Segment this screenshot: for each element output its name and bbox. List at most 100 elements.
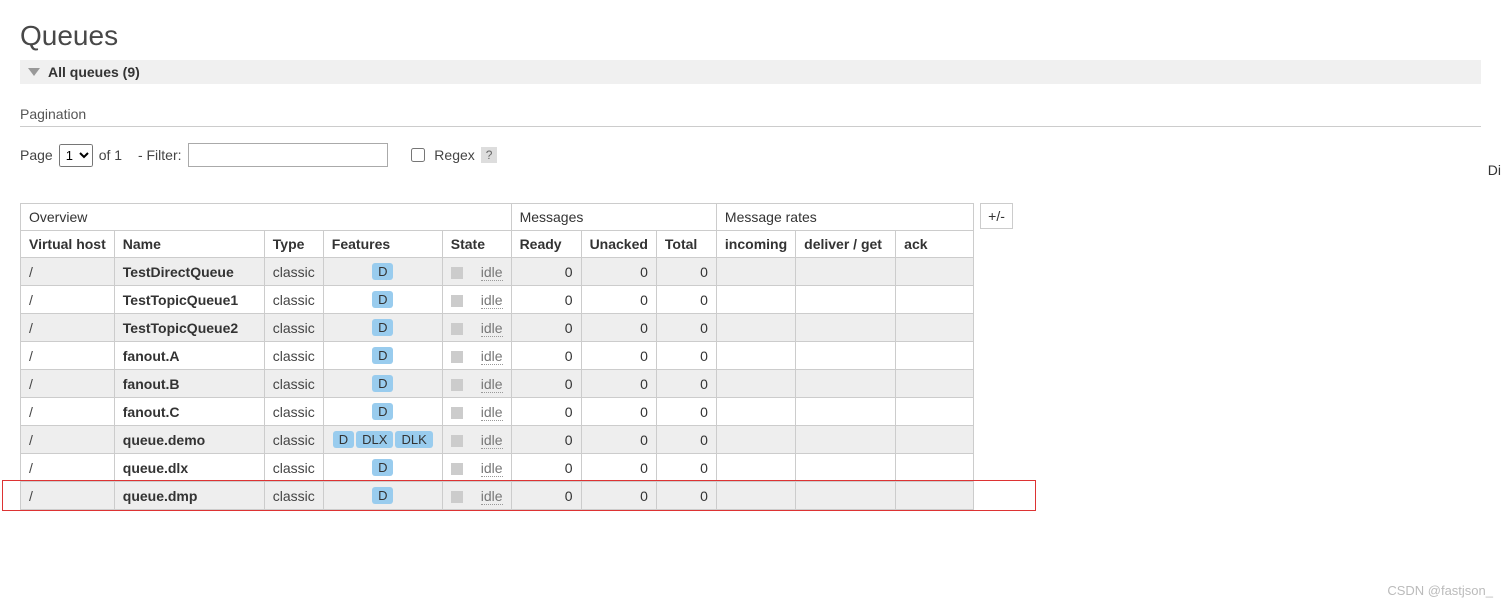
state-text: idle [481,460,503,477]
cell-unacked: 0 [581,454,656,482]
feature-tag[interactable]: D [372,263,393,280]
state-text: idle [481,320,503,337]
cell-deliver [796,314,896,342]
col-ack[interactable]: ack [896,231,974,258]
filter-label: - Filter: [138,147,182,163]
columns-toggle[interactable]: +/- [980,203,1013,229]
queue-link[interactable]: fanout.B [123,376,180,392]
page-title: Queues [20,20,1481,52]
filter-input[interactable] [188,143,388,167]
feature-tag[interactable]: D [372,319,393,336]
state-text: idle [481,348,503,365]
cell-incoming [716,482,795,510]
regex-checkbox[interactable] [411,148,425,162]
cell-total: 0 [656,286,716,314]
col-name[interactable]: Name [114,231,264,258]
table-row: /fanout.AclassicDidle000 [21,342,974,370]
col-deliver[interactable]: deliver / get [796,231,896,258]
col-features[interactable]: Features [323,231,442,258]
group-overview: Overview [21,204,512,231]
cell-vhost: / [21,314,115,342]
cell-deliver [796,398,896,426]
cell-incoming [716,398,795,426]
feature-tag[interactable]: D [372,291,393,308]
col-total[interactable]: Total [656,231,716,258]
feature-tag[interactable]: D [372,347,393,364]
queue-link[interactable]: queue.dlx [123,460,188,476]
cell-type: classic [264,286,323,314]
col-incoming[interactable]: incoming [716,231,795,258]
queue-link[interactable]: queue.dmp [123,488,198,504]
cell-deliver [796,286,896,314]
col-ready[interactable]: Ready [511,231,581,258]
cell-ready: 0 [511,314,581,342]
col-vhost[interactable]: Virtual host [21,231,115,258]
feature-tag[interactable]: DLX [356,431,393,448]
state-indicator-icon [451,267,463,279]
group-rates: Message rates [716,204,973,231]
col-state[interactable]: State [442,231,511,258]
cell-state: idle [442,454,511,482]
cell-vhost: / [21,342,115,370]
section-all-queues[interactable]: All queues (9) [20,60,1481,84]
feature-tag[interactable]: D [372,487,393,504]
pagination-heading: Pagination [20,106,1481,122]
cell-unacked: 0 [581,370,656,398]
cell-ready: 0 [511,398,581,426]
cell-type: classic [264,370,323,398]
queue-link[interactable]: queue.demo [123,432,205,448]
page-select[interactable]: 1 [59,144,93,167]
cell-deliver [796,342,896,370]
cell-features: D [323,370,442,398]
page-of: of 1 [99,147,122,163]
cell-vhost: / [21,454,115,482]
cell-ready: 0 [511,370,581,398]
cell-ack [896,398,974,426]
cell-incoming [716,454,795,482]
cell-ack [896,454,974,482]
feature-tag[interactable]: D [372,403,393,420]
queue-link[interactable]: TestTopicQueue2 [123,320,238,336]
queue-link[interactable]: TestDirectQueue [123,264,234,280]
feature-tag[interactable]: D [372,375,393,392]
feature-tag[interactable]: D [372,459,393,476]
cell-type: classic [264,258,323,286]
state-indicator-icon [451,379,463,391]
regex-help[interactable]: ? [481,147,498,163]
table-row: /TestDirectQueueclassicDidle000 [21,258,974,286]
cutoff-text: Di [1488,162,1501,178]
cell-total: 0 [656,370,716,398]
state-text: idle [481,376,503,393]
cell-features: DDLXDLK [323,426,442,454]
col-type[interactable]: Type [264,231,323,258]
cell-features: D [323,286,442,314]
state-indicator-icon [451,351,463,363]
cell-ack [896,342,974,370]
cell-incoming [716,342,795,370]
cell-state: idle [442,342,511,370]
chevron-down-icon [28,68,40,76]
cell-name: TestTopicQueue2 [114,314,264,342]
feature-tag[interactable]: DLK [395,431,432,448]
state-indicator-icon [451,435,463,447]
cell-incoming [716,370,795,398]
cell-incoming [716,426,795,454]
cell-state: idle [442,286,511,314]
cell-name: queue.demo [114,426,264,454]
cell-state: idle [442,426,511,454]
cell-state: idle [442,482,511,510]
cell-unacked: 0 [581,482,656,510]
queues-table: Overview Messages Message rates Virtual … [20,203,974,510]
queue-link[interactable]: TestTopicQueue1 [123,292,238,308]
table-row: /fanout.BclassicDidle000 [21,370,974,398]
cell-state: idle [442,258,511,286]
cell-name: fanout.A [114,342,264,370]
table-row: /queue.dmpclassicDidle000 [21,482,974,510]
cell-unacked: 0 [581,398,656,426]
col-unacked[interactable]: Unacked [581,231,656,258]
feature-tag[interactable]: D [333,431,354,448]
state-text: idle [481,432,503,449]
state-text: idle [481,264,503,281]
queue-link[interactable]: fanout.C [123,404,180,420]
queue-link[interactable]: fanout.A [123,348,180,364]
